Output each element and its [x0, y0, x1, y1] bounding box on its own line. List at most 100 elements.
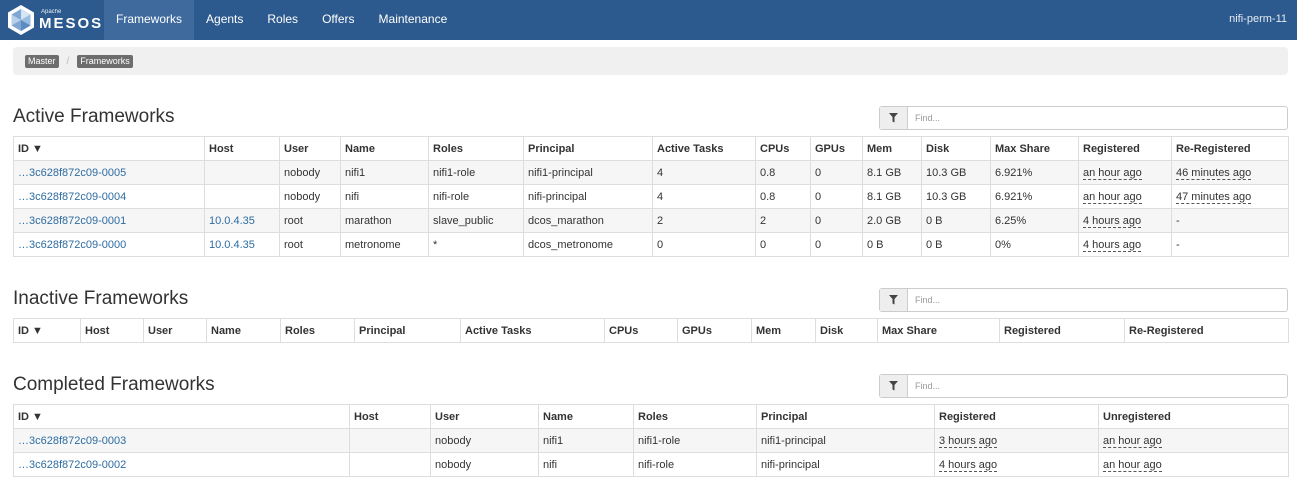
- cell-disk: 10.3 GB: [921, 160, 991, 185]
- filter-icon[interactable]: [880, 289, 908, 311]
- nav-frameworks[interactable]: Frameworks: [104, 0, 195, 40]
- column-header-gpus[interactable]: GPUs: [677, 318, 752, 343]
- cell-host: 10.0.4.35: [204, 232, 280, 257]
- framework-id-link[interactable]: …3c628f872c09-0004: [18, 191, 126, 203]
- column-header-disk[interactable]: Disk: [921, 136, 991, 161]
- nav-offers[interactable]: Offers: [310, 0, 366, 40]
- mesos-logo-icon: [8, 5, 34, 35]
- breadcrumb-frameworks[interactable]: Frameworks: [77, 54, 133, 68]
- column-header-host[interactable]: Host: [80, 318, 144, 343]
- cell-name: nifi: [340, 184, 429, 209]
- nav-maintenance[interactable]: Maintenance: [367, 0, 460, 40]
- table-row: …3c628f872c09-0004 nobody nifi nifi-role nif…: [13, 184, 1289, 209]
- cell-disk: 0 B: [921, 232, 991, 257]
- cell-host: 10.0.4.35: [204, 208, 280, 233]
- column-header-unregistered[interactable]: Unregistered: [1098, 404, 1289, 429]
- cell-user: root: [279, 232, 341, 257]
- cell-active-tasks: 4: [652, 160, 756, 185]
- cell-registered: 4 hours ago: [1078, 208, 1172, 233]
- cell-registered: 4 hours ago: [934, 452, 1099, 477]
- framework-id-link[interactable]: …3c628f872c09-0001: [18, 215, 126, 227]
- column-header-re-registered[interactable]: Re-Registered: [1124, 318, 1289, 343]
- framework-id-link[interactable]: …3c628f872c09-0000: [18, 239, 126, 251]
- nav-agents[interactable]: Agents: [194, 0, 255, 40]
- breadcrumb: Master / Frameworks: [13, 47, 1288, 75]
- column-header-disk[interactable]: Disk: [815, 318, 878, 343]
- column-header-registered[interactable]: Registered: [999, 318, 1125, 343]
- cell-user: nobody: [430, 428, 539, 453]
- column-header-roles[interactable]: Roles: [428, 136, 524, 161]
- table-header-row: ID ▼ Host User Name Roles Principal Registered…: [13, 404, 1289, 429]
- cell-cpus: 2: [755, 208, 811, 233]
- host-link[interactable]: 10.0.4.35: [209, 215, 255, 227]
- completed-search-input[interactable]: [908, 375, 1287, 397]
- cell-principal: dcos_marathon: [523, 208, 653, 233]
- column-header-roles[interactable]: Roles: [633, 404, 757, 429]
- cell-cpus: 0: [755, 232, 811, 257]
- column-header-name[interactable]: Name: [206, 318, 281, 343]
- framework-id-link[interactable]: …3c628f872c09-0003: [18, 435, 126, 447]
- cell-name: metronome: [340, 232, 429, 257]
- filter-icon[interactable]: [880, 375, 908, 397]
- framework-id-link[interactable]: …3c628f872c09-0002: [18, 459, 126, 471]
- column-header-name[interactable]: Name: [340, 136, 429, 161]
- column-header-registered[interactable]: Registered: [934, 404, 1099, 429]
- column-header-id[interactable]: ID ▼: [13, 136, 205, 161]
- nav-roles[interactable]: Roles: [255, 0, 310, 40]
- column-header-roles[interactable]: Roles: [280, 318, 355, 343]
- column-header-user[interactable]: User: [430, 404, 539, 429]
- column-header-id[interactable]: ID ▼: [13, 318, 81, 343]
- column-header-gpus[interactable]: GPUs: [810, 136, 863, 161]
- column-header-host[interactable]: Host: [349, 404, 431, 429]
- column-header-mem[interactable]: Mem: [862, 136, 922, 161]
- active-search-input[interactable]: [908, 107, 1287, 129]
- cell-unregistered: an hour ago: [1098, 452, 1289, 477]
- relative-time: an hour ago: [1083, 166, 1142, 180]
- column-header-active-tasks[interactable]: Active Tasks: [652, 136, 756, 161]
- active-frameworks-table: ID ▼ Host User Name Roles Principal Active Tas…: [13, 136, 1289, 257]
- column-header-cpus[interactable]: CPUs: [604, 318, 678, 343]
- column-header-name[interactable]: Name: [538, 404, 634, 429]
- column-header-principal[interactable]: Principal: [523, 136, 653, 161]
- column-header-id[interactable]: ID ▼: [13, 404, 350, 429]
- relative-time: an hour ago: [1103, 458, 1162, 472]
- column-header-active-tasks[interactable]: Active Tasks: [460, 318, 605, 343]
- inactive-search-input[interactable]: [908, 289, 1287, 311]
- relative-time: 3 hours ago: [939, 434, 998, 448]
- column-header-user[interactable]: User: [279, 136, 341, 161]
- column-header-max-share[interactable]: Max Share: [877, 318, 1000, 343]
- completed-frameworks-table: ID ▼ Host User Name Roles Principal Registered…: [13, 404, 1289, 477]
- cell-name: marathon: [340, 208, 429, 233]
- relative-time: 4 hours ago: [1083, 214, 1142, 228]
- table-row: …3c628f872c09-0002 nobody nifi nifi-role nif…: [13, 452, 1289, 477]
- host-link[interactable]: 10.0.4.35: [209, 239, 255, 251]
- column-header-principal[interactable]: Principal: [756, 404, 935, 429]
- cell-re-registered: -: [1171, 208, 1289, 233]
- cell-gpus: 0: [810, 184, 863, 209]
- cell-id: …3c628f872c09-0000: [13, 232, 205, 257]
- filter-icon[interactable]: [880, 107, 908, 129]
- mesos-logo[interactable]: Apache MESOS: [0, 0, 104, 40]
- cell-gpus: 0: [810, 232, 863, 257]
- table-header-row: ID ▼ Host User Name Roles Principal Active Tas…: [13, 136, 1289, 161]
- framework-id-link[interactable]: …3c628f872c09-0005: [18, 167, 126, 179]
- column-header-mem[interactable]: Mem: [751, 318, 816, 343]
- cell-re-registered: -: [1171, 232, 1289, 257]
- cell-roles: nifi1-role: [428, 160, 524, 185]
- cell-mem: 8.1 GB: [862, 184, 922, 209]
- column-header-cpus[interactable]: CPUs: [755, 136, 811, 161]
- column-header-principal[interactable]: Principal: [354, 318, 461, 343]
- column-header-host[interactable]: Host: [204, 136, 280, 161]
- cell-cpus: 0.8: [755, 184, 811, 209]
- relative-time: 46 minutes ago: [1176, 166, 1252, 180]
- cell-gpus: 0: [810, 208, 863, 233]
- cell-roles: nifi-role: [428, 184, 524, 209]
- cell-principal: nifi-principal: [523, 184, 653, 209]
- cell-name: nifi1: [538, 428, 634, 453]
- column-header-user[interactable]: User: [143, 318, 207, 343]
- relative-time: 4 hours ago: [1083, 238, 1142, 252]
- column-header-re-registered[interactable]: Re-Registered: [1171, 136, 1289, 161]
- column-header-max-share[interactable]: Max Share: [990, 136, 1079, 161]
- breadcrumb-master[interactable]: Master: [25, 54, 59, 68]
- column-header-registered[interactable]: Registered: [1078, 136, 1172, 161]
